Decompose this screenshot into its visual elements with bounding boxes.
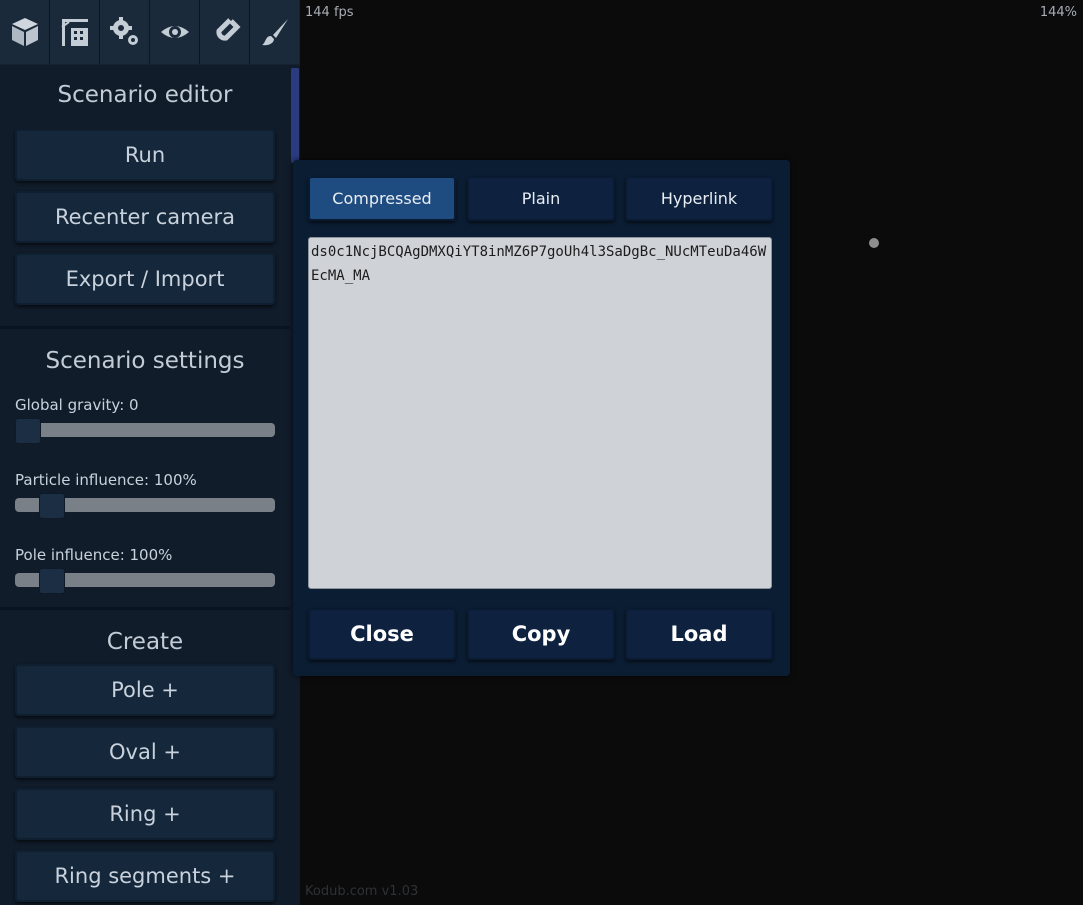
toolbar: [0, 0, 300, 65]
sidebar-scrollbar[interactable]: [291, 68, 299, 163]
export-textarea[interactable]: ds0c1NcjBCQAgDMXQiYT8inMZ6P7goUh4l3SaDgB…: [308, 237, 772, 589]
divider: [0, 326, 290, 329]
export-import-dialog: Compressed Plain Hyperlink ds0c1NcjBCQAg…: [293, 160, 790, 676]
view-tool-button[interactable]: [150, 0, 200, 64]
gravity-slider[interactable]: [15, 418, 275, 444]
brush-tool-button[interactable]: [250, 0, 299, 64]
crane-icon: [60, 19, 88, 46]
load-button[interactable]: Load: [625, 608, 773, 660]
tab-hyperlink[interactable]: Hyperlink: [625, 176, 773, 221]
recenter-camera-button[interactable]: Recenter camera: [15, 191, 275, 243]
cube-tool-button[interactable]: [0, 0, 50, 64]
particle-influence-slider[interactable]: [15, 493, 275, 519]
copy-button[interactable]: Copy: [467, 608, 615, 660]
particle-influence-label: Particle influence: 100%: [15, 471, 197, 489]
magnet-tool-button[interactable]: [200, 0, 250, 64]
create-ring-button[interactable]: Ring +: [15, 788, 275, 840]
fps-counter: 144 fps: [305, 5, 354, 20]
scenario-settings-heading: Scenario settings: [45, 348, 245, 374]
create-heading: Create: [106, 629, 184, 655]
brush-icon: [261, 19, 288, 46]
divider: [0, 607, 290, 610]
particle-influence-slider-thumb[interactable]: [39, 493, 65, 519]
tab-compressed[interactable]: Compressed: [308, 176, 456, 221]
pole-influence-label: Pole influence: 100%: [15, 546, 173, 564]
run-button[interactable]: Run: [15, 129, 275, 181]
create-pole-button[interactable]: Pole +: [15, 664, 275, 716]
gravity-label: Global gravity: 0: [15, 396, 139, 414]
export-import-button[interactable]: Export / Import: [15, 253, 275, 305]
zoom-level: 144%: [1039, 5, 1077, 20]
gravity-slider-thumb[interactable]: [15, 418, 41, 444]
close-button[interactable]: Close: [308, 608, 456, 660]
create-ring-segments-button[interactable]: Ring segments +: [15, 850, 275, 902]
eye-icon: [160, 26, 189, 38]
build-tool-button[interactable]: [50, 0, 100, 64]
tab-plain[interactable]: Plain: [467, 176, 615, 221]
cube-icon: [11, 18, 38, 46]
particle: [869, 238, 879, 248]
create-oval-button[interactable]: Oval +: [15, 726, 275, 778]
settings-tool-button[interactable]: [100, 0, 150, 64]
pole-influence-slider[interactable]: [15, 568, 275, 594]
pole-influence-slider-thumb[interactable]: [39, 568, 65, 594]
version-label: Kodub.com v1.03: [305, 884, 419, 899]
scenario-editor-heading: Scenario editor: [57, 82, 233, 108]
gears-icon: [109, 17, 138, 45]
magnet-icon: [215, 18, 241, 41]
sidebar: Scenario editor Run Recenter camera Expo…: [0, 0, 300, 905]
